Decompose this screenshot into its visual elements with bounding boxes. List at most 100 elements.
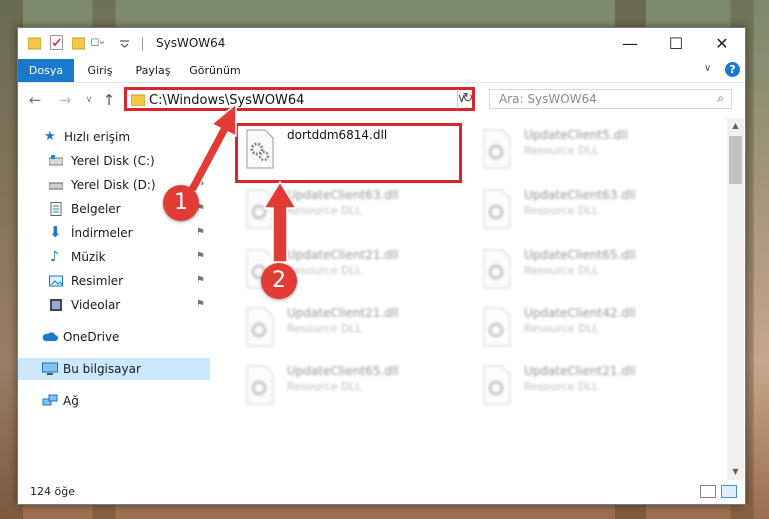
file-item[interactable]: UpdateClient21.dll Resource DLL xyxy=(474,358,704,410)
recent-locations-icon[interactable]: ∨ xyxy=(80,95,98,105)
help-icon[interactable]: ? xyxy=(725,62,740,77)
callout-badge-2: 2 xyxy=(261,263,297,299)
file-item[interactable]: UpdateClient42.dll Resource DLL xyxy=(474,300,704,352)
forward-button[interactable]: → xyxy=(56,91,74,109)
file-item[interactable]: UpdateClient65.dll Resource DLL xyxy=(237,358,467,410)
scroll-up-icon[interactable]: ▲ xyxy=(727,118,744,134)
nav-item-local-disk-c[interactable]: Yerel Disk (C:) xyxy=(18,150,210,172)
download-icon: ⬇ xyxy=(49,223,62,241)
cloud-icon xyxy=(42,332,58,341)
file-item[interactable]: UpdateClient63.dll Resource DLL xyxy=(474,182,704,234)
file-type: Resource DLL xyxy=(287,264,362,277)
minimize-button[interactable]: — xyxy=(607,28,653,58)
nav-label: OneDrive xyxy=(63,330,120,344)
search-placeholder: Ara: SysWOW64 xyxy=(499,92,597,106)
folder-icon xyxy=(131,94,145,106)
search-icon: ⌕ xyxy=(717,91,724,105)
file-name: UpdateClient5.dll xyxy=(524,128,628,142)
qat-dropdown-icon[interactable] xyxy=(118,35,131,50)
file-name: UpdateClient65.dll xyxy=(287,364,399,378)
window-title: SysWOW64 xyxy=(156,36,226,50)
dll-file-icon xyxy=(246,307,274,347)
nav-label: Müzik xyxy=(71,250,106,264)
nav-item-pictures[interactable]: Resimler ⚑ xyxy=(18,270,210,292)
file-item[interactable]: UpdateClient63.dll Resource DLL xyxy=(237,182,467,234)
nav-label: Belgeler xyxy=(71,202,121,216)
file-highlight-box xyxy=(235,123,462,183)
nav-label: Yerel Disk (C:) xyxy=(71,154,155,168)
new-folder-icon[interactable] xyxy=(72,35,85,50)
nav-network[interactable]: Ağ xyxy=(18,390,210,412)
file-name: UpdateClient63.dll xyxy=(287,188,399,202)
file-name: UpdateClient63.dll xyxy=(524,188,636,202)
file-name: UpdateClient42.dll xyxy=(524,306,636,320)
nav-label: Hızlı erişim xyxy=(64,130,131,144)
nav-label: Videolar xyxy=(71,298,121,312)
star-icon: ★ xyxy=(44,129,56,144)
scroll-thumb[interactable] xyxy=(729,136,742,184)
nav-onedrive[interactable]: OneDrive xyxy=(18,326,210,348)
ribbon-expand-icon[interactable]: ∨ xyxy=(704,63,711,74)
tab-share[interactable]: Paylaş xyxy=(131,59,175,82)
drive-icon xyxy=(49,155,63,166)
pin-icon: ⚑ xyxy=(196,299,205,310)
file-type: Resource DLL xyxy=(287,380,362,393)
details-view-icon[interactable] xyxy=(700,485,716,498)
address-path: C:\Windows\SysWOW64 xyxy=(149,93,305,108)
refresh-button[interactable]: ↻ xyxy=(457,89,478,109)
file-item[interactable]: UpdateClient21.dll Resource DLL xyxy=(237,300,467,352)
back-button[interactable]: ← xyxy=(26,91,44,109)
title-bar: SysWOW64 — ☐ ✕ xyxy=(18,28,745,59)
large-icons-view-icon[interactable] xyxy=(721,485,737,498)
file-type: Resource DLL xyxy=(524,144,599,157)
explorer-window: SysWOW64 — ☐ ✕ Dosya Giriş Paylaş Görünü… xyxy=(17,27,746,505)
nav-quick-access[interactable]: ★ Hızlı erişim xyxy=(18,126,210,148)
close-button[interactable]: ✕ xyxy=(699,28,745,58)
item-count: 124 öğe xyxy=(30,485,75,498)
address-row: ← → ∨ ↑ C:\Windows\SysWOW64 ∨ ↻ Ara: Sys… xyxy=(18,83,745,117)
search-box[interactable]: Ara: SysWOW64 ⌕ xyxy=(489,89,732,109)
title-separator xyxy=(142,37,143,51)
pin-icon: ⚑ xyxy=(196,251,205,262)
music-icon: ♪ xyxy=(50,249,59,265)
dll-file-icon xyxy=(483,249,511,289)
dll-file-icon xyxy=(483,307,511,347)
tab-view[interactable]: Görünüm xyxy=(187,59,243,82)
file-type: Resource DLL xyxy=(524,204,599,217)
folder-icon xyxy=(28,37,41,50)
pin-icon: ⚑ xyxy=(196,179,205,190)
dll-file-icon xyxy=(483,365,511,405)
properties-icon[interactable] xyxy=(50,35,63,50)
file-name: UpdateClient21.dll xyxy=(287,306,399,320)
address-bar[interactable]: C:\Windows\SysWOW64 ∨ xyxy=(124,87,475,111)
callout-badge-1: 1 xyxy=(163,185,199,221)
tab-home[interactable]: Giriş xyxy=(80,59,120,82)
scroll-down-icon[interactable]: ▼ xyxy=(727,464,744,480)
pictures-icon xyxy=(49,275,63,287)
nav-this-pc[interactable]: Bu bilgisayar xyxy=(18,358,210,380)
file-name: UpdateClient65.dll xyxy=(524,248,636,262)
file-item[interactable]: UpdateClient65.dll Resource DLL xyxy=(474,242,704,294)
nav-item-downloads[interactable]: ⬇ İndirmeler ⚑ xyxy=(18,222,210,244)
nav-item-music[interactable]: ♪ Müzik ⚑ xyxy=(18,246,210,268)
file-type: Resource DLL xyxy=(287,204,362,217)
customize-qat-icon[interactable] xyxy=(91,35,104,50)
nav-label: Ağ xyxy=(63,394,79,408)
dll-file-icon xyxy=(483,129,511,169)
pin-icon: ⚑ xyxy=(196,275,205,286)
maximize-button[interactable]: ☐ xyxy=(653,28,699,58)
dll-file-icon xyxy=(483,189,511,229)
nav-item-videos[interactable]: Videolar ⚑ xyxy=(18,294,210,316)
navigation-pane: ★ Hızlı erişim Yerel Disk (C:) Yerel Dis… xyxy=(18,118,214,480)
tab-file[interactable]: Dosya xyxy=(18,59,74,82)
up-button[interactable]: ↑ xyxy=(100,91,118,109)
ribbon-tabs: Dosya Giriş Paylaş Görünüm ∨ ? xyxy=(18,59,745,83)
network-icon xyxy=(42,394,58,406)
pin-icon: ⚑ xyxy=(196,227,205,238)
drive-icon xyxy=(49,182,63,190)
nav-label: Yerel Disk (D:) xyxy=(71,178,156,192)
file-item[interactable]: UpdateClient5.dll Resource DLL xyxy=(474,122,704,174)
vertical-scrollbar[interactable]: ▲ ▼ xyxy=(727,118,744,480)
computer-icon xyxy=(42,362,58,375)
file-name: UpdateClient21.dll xyxy=(287,248,399,262)
